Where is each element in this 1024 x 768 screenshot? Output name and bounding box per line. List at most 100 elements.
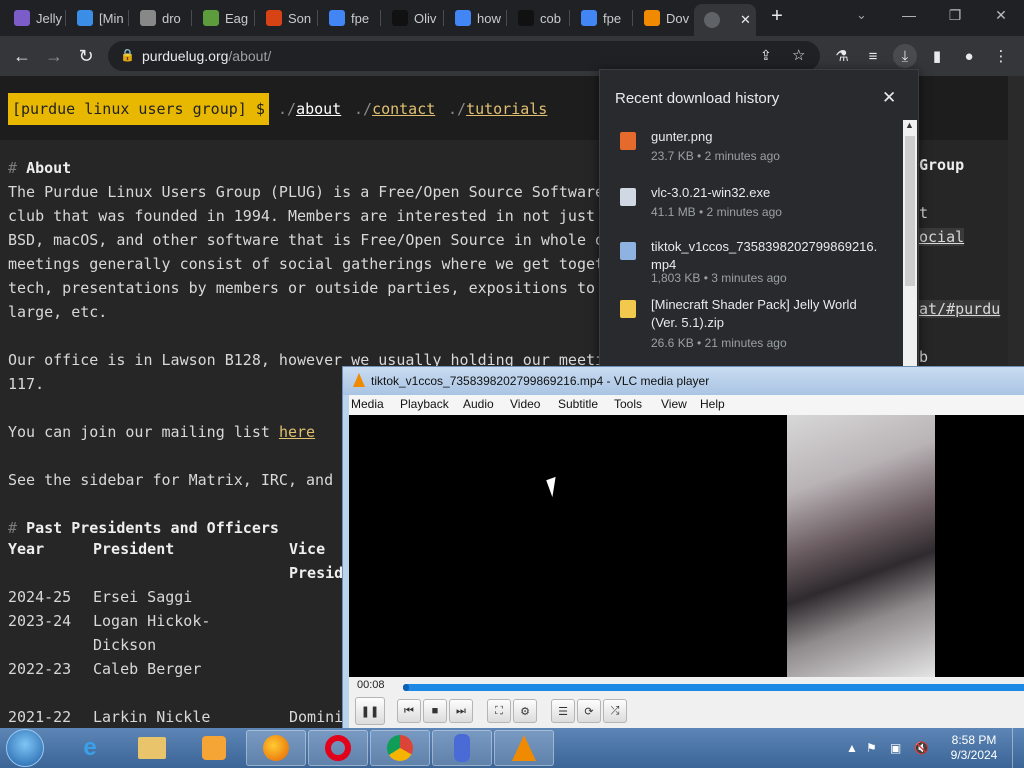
sidebar-link[interactable]: ocial bbox=[919, 228, 965, 246]
scroll-thumb[interactable] bbox=[905, 136, 915, 286]
chrome-icon[interactable] bbox=[370, 730, 430, 766]
media-player-icon[interactable] bbox=[184, 730, 244, 766]
table-cell-year: 2021-22 bbox=[8, 708, 72, 726]
tab-label: Oliv bbox=[414, 10, 437, 26]
clock-date: 9/3/2024 bbox=[950, 748, 998, 762]
nav-contact[interactable]: ./contact bbox=[354, 100, 435, 118]
shuffle-button[interactable]: ⤮ bbox=[603, 699, 627, 723]
playlist-button[interactable]: ☰ bbox=[551, 699, 575, 723]
tab-active[interactable]: ✕ bbox=[694, 4, 756, 36]
close-tab-button[interactable]: ✕ bbox=[740, 12, 751, 28]
action-center-flag-icon[interactable]: ⚑ bbox=[866, 741, 877, 755]
show-desktop-button[interactable] bbox=[1012, 728, 1024, 768]
vlc-menu-media[interactable]: Media bbox=[351, 397, 384, 411]
restore-button[interactable]: ❐ bbox=[932, 0, 978, 30]
tab-8[interactable]: cob bbox=[508, 4, 567, 32]
vlc-title-bar[interactable]: tiktok_v1ccos_7358398202799869216.mp4 - … bbox=[343, 367, 1024, 395]
tab-7[interactable]: how bbox=[445, 4, 504, 32]
vlc-menu-tools[interactable]: Tools bbox=[614, 397, 642, 411]
pause-button[interactable]: ❚❚ bbox=[355, 697, 385, 725]
firefox-icon[interactable] bbox=[246, 730, 306, 766]
vlc-menu-video[interactable]: Video bbox=[510, 397, 540, 411]
tab-1[interactable]: [Min bbox=[67, 4, 126, 32]
about-line: meetings generally consist of social gat… bbox=[8, 255, 614, 273]
seek-progress bbox=[403, 684, 410, 691]
vlc-menu-subtitle[interactable]: Subtitle bbox=[558, 397, 598, 411]
media-queue-icon[interactable]: ≡ bbox=[861, 44, 885, 68]
app-icon[interactable] bbox=[432, 730, 492, 766]
mailing-list-link[interactable]: here bbox=[279, 423, 315, 441]
tab-4[interactable]: Son bbox=[256, 4, 315, 32]
tab-label: Jelly bbox=[36, 10, 63, 26]
file-explorer-icon[interactable] bbox=[122, 730, 182, 766]
address-bar[interactable]: 🔒 purduelug.org/about/ ⇪ ☆ bbox=[108, 41, 820, 71]
tab-6[interactable]: Oliv bbox=[382, 4, 441, 32]
previous-button[interactable]: ⏮ bbox=[397, 699, 421, 723]
reload-button[interactable]: ↻ bbox=[74, 44, 98, 68]
nav-tutorials[interactable]: ./tutorials bbox=[448, 100, 547, 118]
nav-about[interactable]: ./about bbox=[278, 100, 341, 118]
download-item[interactable]: gunter.png 23.7 KB • 2 minutes ago bbox=[600, 128, 900, 178]
folder-icon bbox=[140, 10, 156, 26]
vlc-taskbar-icon[interactable] bbox=[494, 730, 554, 766]
tab-separator bbox=[317, 10, 318, 26]
zip-file-icon bbox=[620, 300, 636, 318]
exe-file-icon bbox=[620, 188, 636, 206]
close-panel-button[interactable]: ✕ bbox=[882, 88, 896, 108]
vlc-menu-help[interactable]: Help bbox=[700, 397, 725, 411]
next-button[interactable]: ⏭ bbox=[449, 699, 473, 723]
fullscreen-button[interactable]: ⛶ bbox=[487, 699, 511, 723]
download-panel-scrollbar[interactable]: ▲ bbox=[903, 120, 917, 368]
download-item[interactable]: [Minecraft Shader Pack] Jelly World (Ver… bbox=[600, 296, 900, 360]
tab-5[interactable]: fpe bbox=[319, 4, 378, 32]
tiktok-icon bbox=[392, 10, 408, 26]
download-item[interactable]: tiktok_v1ccos_7358398202799869216.mp4 1,… bbox=[600, 238, 900, 302]
system-clock[interactable]: 8:58 PM 9/3/2024 bbox=[944, 733, 1004, 763]
tab-separator bbox=[191, 10, 192, 26]
network-icon[interactable]: ▣ bbox=[890, 741, 901, 755]
download-item[interactable]: vlc-3.0.21-win32.exe 41.1 MB • 2 minutes… bbox=[600, 184, 900, 234]
extended-settings-button[interactable]: ⚙ bbox=[513, 699, 537, 723]
forward-button[interactable]: → bbox=[42, 44, 66, 68]
download-panel-title: Recent download history bbox=[615, 90, 780, 107]
loop-button[interactable]: ⟳ bbox=[577, 699, 601, 723]
side-panel-icon[interactable]: ▮ bbox=[925, 44, 949, 68]
tab-0[interactable]: Jelly bbox=[4, 4, 63, 32]
mailing-list-text: You can join our mailing list here bbox=[8, 423, 316, 441]
tab-3[interactable]: Eag bbox=[193, 4, 252, 32]
vlc-menu-view[interactable]: View bbox=[661, 397, 687, 411]
video-area[interactable] bbox=[349, 415, 1024, 677]
tab-label: how bbox=[477, 10, 501, 26]
url-text: purduelug.org/about/ bbox=[142, 48, 272, 64]
site-logo[interactable]: [purdue linux users group] $ bbox=[8, 93, 269, 125]
tab-separator bbox=[380, 10, 381, 26]
sidebar-link[interactable]: at/#purdu bbox=[919, 300, 1001, 318]
tab-9[interactable]: fpe bbox=[571, 4, 630, 32]
profile-avatar-icon[interactable]: ● bbox=[957, 44, 981, 68]
tab-search-icon[interactable]: ⌄ bbox=[856, 7, 867, 23]
back-button[interactable]: ← bbox=[10, 44, 34, 68]
vlc-menu-audio[interactable]: Audio bbox=[463, 397, 494, 411]
download-icon[interactable]: ⤓ bbox=[893, 44, 917, 68]
minimize-button[interactable]: — bbox=[886, 0, 932, 30]
vlc-window: tiktok_v1ccos_7358398202799869216.mp4 - … bbox=[342, 366, 1024, 736]
volume-muted-icon[interactable]: 🔇 bbox=[914, 741, 929, 755]
bookmark-star-icon[interactable]: ☆ bbox=[792, 46, 805, 64]
new-tab-button[interactable]: + bbox=[766, 5, 788, 28]
tab-2[interactable]: dro bbox=[130, 4, 189, 32]
seek-bar[interactable] bbox=[403, 684, 1024, 691]
taskbar: e ▲ ⚑ ▣ 🔇 8:58 PM 9/3/2024 bbox=[0, 728, 1024, 768]
tab-10[interactable]: Dov bbox=[634, 4, 693, 32]
share-icon[interactable]: ⇪ bbox=[760, 47, 772, 64]
stop-button[interactable]: ■ bbox=[423, 699, 447, 723]
chrome-menu-icon[interactable]: ⋮ bbox=[989, 44, 1013, 68]
internet-explorer-icon[interactable]: e bbox=[60, 730, 120, 766]
sidebar-text: b bbox=[919, 348, 929, 366]
vlc-menu-playback[interactable]: Playback bbox=[400, 397, 449, 411]
close-window-button[interactable]: ✕ bbox=[978, 0, 1024, 30]
scroll-up-arrow-icon[interactable]: ▲ bbox=[905, 120, 914, 130]
tray-expand-icon[interactable]: ▲ bbox=[846, 741, 858, 755]
start-button[interactable] bbox=[6, 729, 44, 767]
labs-flask-icon[interactable]: ⚗ bbox=[830, 44, 854, 68]
opera-icon[interactable] bbox=[308, 730, 368, 766]
